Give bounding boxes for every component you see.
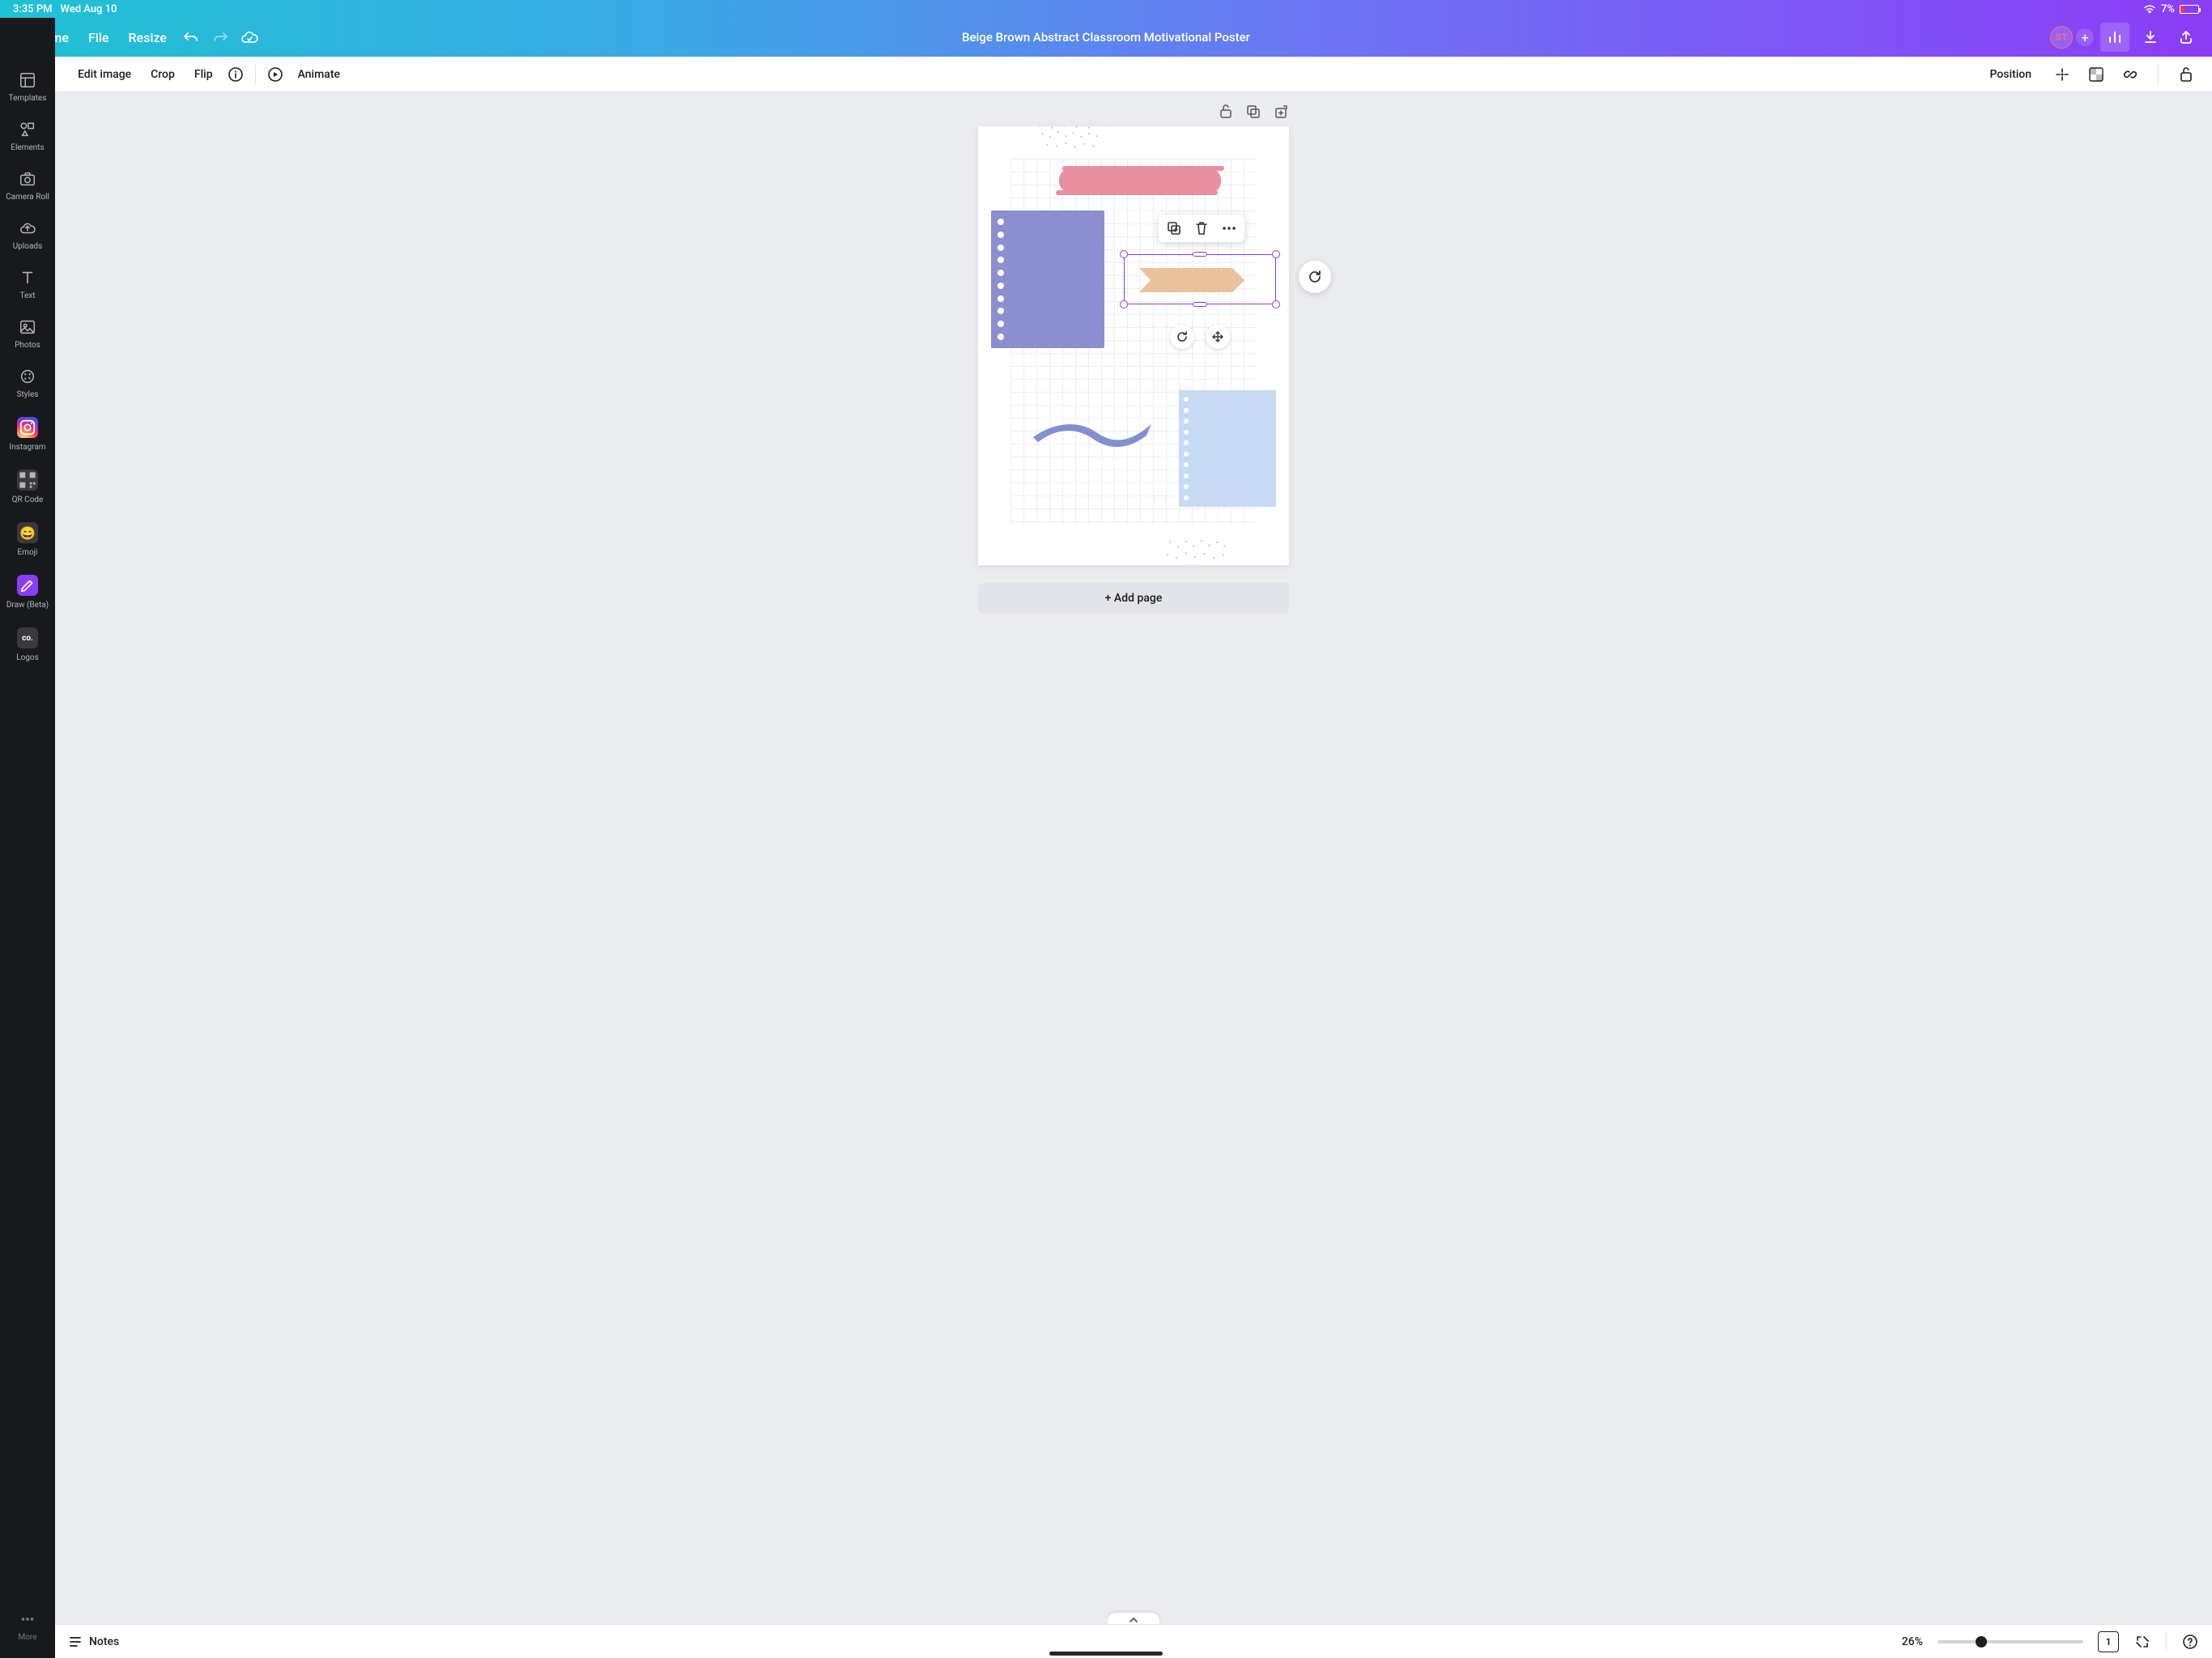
separator — [255, 65, 256, 84]
battery-percent: 7% — [2161, 3, 2175, 15]
qr-icon — [17, 470, 38, 491]
sidebar-item-templates[interactable]: Templates — [0, 63, 55, 113]
move-handle[interactable] — [1206, 325, 1230, 349]
instagram-icon — [17, 417, 38, 438]
share-button[interactable] — [2172, 23, 2201, 52]
regenerate-button[interactable] — [1299, 261, 1331, 293]
file-menu[interactable]: File — [79, 25, 119, 50]
lock-page-button[interactable] — [1218, 104, 1234, 120]
redo-button[interactable] — [206, 23, 235, 52]
logos-icon: co. — [17, 627, 38, 648]
duplicate-page-button[interactable] — [1245, 104, 1261, 120]
insights-button[interactable] — [2100, 23, 2129, 52]
sidebar-label: Templates — [9, 94, 47, 103]
edit-image-button[interactable]: Edit image — [68, 63, 141, 86]
sidebar-label: Styles — [17, 390, 39, 399]
canvas-workspace[interactable]: + Add page — [55, 92, 2212, 1624]
sidebar-label: Elements — [11, 143, 44, 152]
resize-button[interactable]: Resize — [118, 25, 176, 50]
design-page[interactable] — [978, 126, 1289, 565]
info-icon[interactable] — [223, 62, 249, 87]
battery-icon — [2180, 5, 2199, 14]
sidebar-item-draw[interactable]: Draw (Beta) — [0, 567, 55, 619]
position-button[interactable]: Position — [1980, 63, 2041, 86]
context-toolbar: Edit image Crop Flip Animate Position — [55, 57, 2212, 92]
dots-decoration-top — [1035, 126, 1104, 160]
sidebar-item-more[interactable]: More — [0, 1602, 55, 1652]
add-collaborator-button[interactable]: + — [2076, 28, 2094, 46]
left-sidebar: Templates Elements Camera Roll Uploads T… — [0, 18, 55, 1658]
top-nav: Home File Resize Beige Brown Abstract Cl… — [0, 18, 2212, 57]
zoom-percent: 26% — [1902, 1635, 1923, 1648]
download-button[interactable] — [2136, 23, 2165, 52]
sidebar-label: Draw (Beta) — [6, 601, 49, 610]
sidebar-item-qrcode[interactable]: QR Code — [0, 461, 55, 514]
sidebar-label: Camera Roll — [6, 193, 49, 202]
delete-button[interactable] — [1193, 219, 1210, 237]
sidebar-label: Instagram — [9, 443, 45, 452]
expand-pages-button[interactable] — [1108, 1613, 1159, 1624]
more-options-button[interactable] — [1220, 219, 1238, 237]
status-date: Wed Aug 10 — [61, 3, 117, 15]
draw-icon — [17, 575, 38, 596]
cloud-sync-icon[interactable] — [235, 23, 264, 52]
rotate-handle[interactable] — [1170, 325, 1194, 349]
selection-floating-tools — [1170, 325, 1230, 349]
crop-button[interactable]: Crop — [141, 63, 185, 86]
sidebar-label: Text — [19, 291, 35, 300]
sidebar-item-logos[interactable]: co. Logos — [0, 619, 55, 672]
sidebar-label: More — [18, 1633, 36, 1642]
user-avatar[interactable]: ST — [2050, 26, 2073, 49]
blue-swoosh-element[interactable] — [1032, 414, 1153, 447]
status-time: 3:35 PM — [13, 3, 53, 15]
sidebar-label: Photos — [15, 341, 40, 350]
doc-title[interactable]: Beige Brown Abstract Classroom Motivatio… — [962, 30, 1250, 45]
sidebar-item-photos[interactable]: Photos — [0, 310, 55, 359]
sidebar-item-styles[interactable]: Styles — [0, 359, 55, 409]
nudge-icon[interactable] — [2049, 62, 2075, 87]
flip-button[interactable]: Flip — [185, 63, 223, 86]
separator — [2158, 65, 2159, 84]
pink-brush-element[interactable] — [1059, 168, 1221, 193]
help-button[interactable] — [2181, 1633, 2199, 1651]
emoji-icon: 😄 — [17, 522, 38, 543]
sidebar-item-uploads[interactable]: Uploads — [0, 211, 55, 261]
sidebar-item-text[interactable]: Text — [0, 261, 55, 310]
sidebar-item-camera-roll[interactable]: Camera Roll — [0, 162, 55, 211]
selection-frame[interactable] — [1124, 254, 1276, 304]
add-page-above-button[interactable] — [1273, 104, 1289, 120]
lock-icon[interactable] — [2173, 62, 2199, 87]
fullscreen-button[interactable] — [2133, 1633, 2151, 1651]
sidebar-label: Logos — [16, 653, 39, 662]
beige-ribbon-element[interactable] — [1139, 268, 1253, 292]
status-bar: 3:35 PM Wed Aug 10 7% — [0, 0, 2212, 18]
animate-button[interactable]: Animate — [288, 63, 350, 86]
selection-context-toolbar — [1159, 215, 1244, 242]
blue-note-element[interactable] — [1179, 390, 1276, 507]
wifi-icon — [2143, 4, 2156, 14]
sidebar-label: QR Code — [12, 495, 44, 504]
add-page-button[interactable]: + Add page — [978, 583, 1289, 614]
undo-button[interactable] — [177, 23, 206, 52]
dots-decoration-bottom — [1163, 536, 1232, 565]
page-tools — [1218, 104, 1289, 120]
sidebar-label: Emoji — [18, 548, 38, 557]
sidebar-item-elements[interactable]: Elements — [0, 113, 55, 162]
notes-button[interactable]: Notes — [68, 1635, 119, 1648]
purple-note-element[interactable] — [991, 210, 1104, 348]
animate-icon — [262, 62, 288, 87]
link-icon[interactable] — [2117, 62, 2143, 87]
page-count-badge[interactable]: 1 — [2098, 1631, 2119, 1652]
notes-label: Notes — [89, 1635, 119, 1648]
home-indicator — [1049, 1652, 1163, 1656]
sidebar-item-emoji[interactable]: 😄 Emoji — [0, 514, 55, 567]
zoom-slider[interactable] — [1938, 1640, 2083, 1643]
transparency-icon[interactable] — [2083, 62, 2109, 87]
sidebar-label: Uploads — [13, 242, 42, 251]
sidebar-item-instagram[interactable]: Instagram — [0, 409, 55, 461]
duplicate-button[interactable] — [1165, 219, 1183, 237]
